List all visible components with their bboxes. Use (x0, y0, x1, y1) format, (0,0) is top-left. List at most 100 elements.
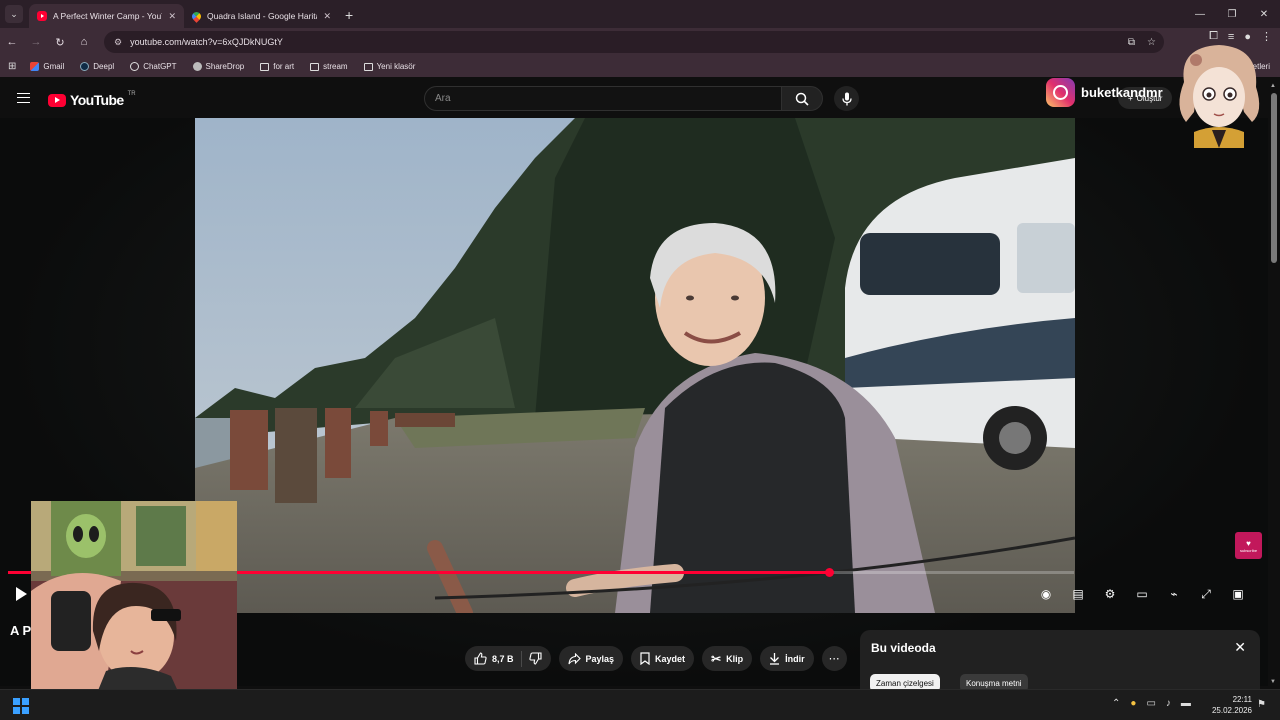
bookmark-folder-stream[interactable]: stream (304, 62, 353, 71)
bookmark-label: ChatGPT (143, 62, 177, 71)
windows-start-icon[interactable] (13, 698, 29, 714)
youtube-logo[interactable]: YouTube TR (48, 91, 136, 108)
country-code: TR (127, 91, 136, 97)
voice-search-button[interactable] (834, 86, 859, 111)
youtube-icon (37, 11, 47, 21)
youtube-play-icon (48, 93, 66, 107)
minimize-icon[interactable]: — (1184, 0, 1216, 28)
subscribe-watermark[interactable]: ♥ subscribe (1235, 532, 1262, 559)
page-scrollbar[interactable]: ▲ ▼ (1268, 77, 1280, 689)
like-button[interactable]: 8,7 B (474, 652, 514, 665)
microphone-icon[interactable]: ● (1130, 698, 1136, 709)
bookmark-label: for art (273, 62, 295, 71)
close-tab-icon[interactable]: ✕ (323, 11, 331, 22)
scrollbar-thumb[interactable] (1271, 93, 1277, 263)
download-button[interactable]: İndir (760, 646, 814, 671)
browser-tab-youtube[interactable]: A Perfect Winter Camp - YouTu ✕ (29, 4, 184, 28)
clock-time: 22:11 (1232, 695, 1252, 704)
theater-mode-icon[interactable]: ▭ (1132, 584, 1152, 604)
video-title: A P (10, 623, 32, 638)
bookmark-gmail[interactable]: Gmail (24, 62, 70, 71)
address-bar[interactable]: ⚙ youtube.com/watch?v=6xQJDkNUGtY ⧉ ☆ (104, 31, 1164, 53)
bookmark-deepl[interactable]: Deepl (74, 62, 120, 71)
download-icon (770, 653, 780, 665)
thumbs-down-icon[interactable] (528, 652, 542, 665)
browser-tab-strip: ⌄ A Perfect Winter Camp - YouTu ✕ Quadra… (0, 0, 1280, 28)
site-info-icon[interactable]: ⚙ (114, 37, 122, 48)
settings-gear-icon[interactable]: ⚙ (1100, 584, 1120, 604)
reading-list-icon[interactable]: ≡ (1228, 31, 1234, 43)
autoplay-toggle-icon[interactable]: ◉ (1036, 584, 1056, 604)
windows-taskbar: ⌃ ● ▭ ♪ ▬ 22:11 25.02.2026 ⚑ (0, 689, 1280, 720)
instagram-overlay: buketkandmr (1046, 78, 1163, 107)
miniplayer-icon[interactable]: ▣ (1228, 584, 1248, 604)
search-icon (795, 92, 809, 106)
like-count: 8,7 B (492, 653, 514, 664)
subtitles-icon[interactable]: ▤ (1068, 584, 1088, 604)
url-text[interactable]: youtube.com/watch?v=6xQJDkNUGtY (130, 37, 283, 47)
bookmark-sharedrop[interactable]: ShareDrop (187, 62, 251, 71)
profile-avatar-icon[interactable]: ● (1244, 31, 1251, 43)
fullscreen-icon[interactable]: ⤢ (1196, 584, 1216, 604)
volume-icon[interactable]: ♪ (1166, 698, 1171, 709)
search-input[interactable]: Ara (424, 86, 782, 111)
thumbs-up-icon (474, 652, 487, 665)
system-tray: ⌃ ● ▭ ♪ ▬ (1112, 698, 1191, 709)
webcam-overlay (31, 501, 237, 720)
network-icon[interactable]: ▭ (1146, 698, 1155, 709)
play-button[interactable] (13, 586, 29, 602)
sharedrop-icon (192, 62, 202, 71)
menu-hamburger-icon[interactable] (17, 93, 30, 103)
folder-icon (310, 62, 320, 71)
search-button[interactable] (781, 86, 823, 111)
bookmark-chatgpt[interactable]: ChatGPT (124, 62, 182, 71)
close-icon[interactable]: ✕ (1234, 639, 1246, 656)
bookmark-star-icon[interactable]: ☆ (1147, 37, 1156, 48)
bookmark-folder-for-art[interactable]: for art (254, 62, 300, 71)
bookmark-folder-new[interactable]: Yeni klasör (358, 62, 422, 71)
bookmark-label: Yeni klasör (376, 62, 416, 71)
bookmark-label: stream (323, 62, 348, 71)
chevron-up-icon[interactable]: ⌃ (1112, 698, 1120, 709)
video-player[interactable] (195, 118, 1075, 613)
tab-title: A Perfect Winter Camp - YouTu (53, 11, 163, 21)
scroll-down-icon[interactable]: ▼ (1270, 679, 1276, 685)
player-right-controls: ◉ ▤ ⚙ ▭ ⌁ ⤢ ▣ (1036, 584, 1248, 604)
progress-scrubber[interactable] (825, 568, 834, 577)
forward-icon[interactable]: → (24, 30, 48, 54)
video-frame (195, 118, 1075, 613)
install-app-icon[interactable]: ⧉ (1128, 37, 1135, 48)
home-icon[interactable]: ⌂ (72, 30, 96, 54)
save-label: Kaydet (655, 653, 686, 664)
bookmark-icon (640, 652, 650, 665)
new-tab-icon[interactable]: + (345, 7, 353, 23)
share-arrow-icon (567, 652, 581, 664)
apps-grid-icon[interactable]: ⊞ (8, 61, 16, 72)
cast-icon[interactable]: ⌁ (1164, 584, 1184, 604)
instagram-handle: buketkandmr (1081, 85, 1163, 100)
deepl-icon (80, 62, 90, 71)
taskbar-clock[interactable]: 22:11 25.02.2026 (1210, 694, 1252, 716)
restore-icon[interactable]: ❐ (1216, 0, 1248, 28)
battery-icon[interactable]: ▬ (1181, 698, 1191, 709)
reload-icon[interactable]: ↻ (48, 30, 72, 54)
tab-search-icon[interactable]: ⌄ (5, 5, 23, 23)
close-window-icon[interactable]: ✕ (1248, 0, 1280, 28)
clip-label: Klip (726, 653, 744, 664)
clip-button[interactable]: ✂ Klip (702, 646, 753, 671)
save-button[interactable]: Kaydet (631, 646, 695, 671)
more-horizontal-icon: ⋯ (828, 653, 840, 665)
back-icon[interactable]: ← (0, 30, 24, 54)
folder-icon (363, 62, 373, 71)
pill-divider (520, 650, 522, 667)
scroll-up-icon[interactable]: ▲ (1270, 83, 1276, 89)
more-actions-button[interactable]: ⋯ (821, 646, 847, 671)
window-controls: — ❐ ✕ (1184, 0, 1280, 28)
bookmark-label: ShareDrop (205, 62, 245, 71)
browser-tab-maps[interactable]: Quadra Island - Google Haritala ✕ (184, 4, 339, 28)
close-tab-icon[interactable]: ✕ (168, 11, 176, 22)
notification-icon[interactable]: ⚑ (1257, 699, 1266, 710)
chatgpt-icon (130, 62, 140, 71)
instagram-icon (1046, 78, 1075, 107)
share-button[interactable]: Paylaş (558, 646, 624, 671)
